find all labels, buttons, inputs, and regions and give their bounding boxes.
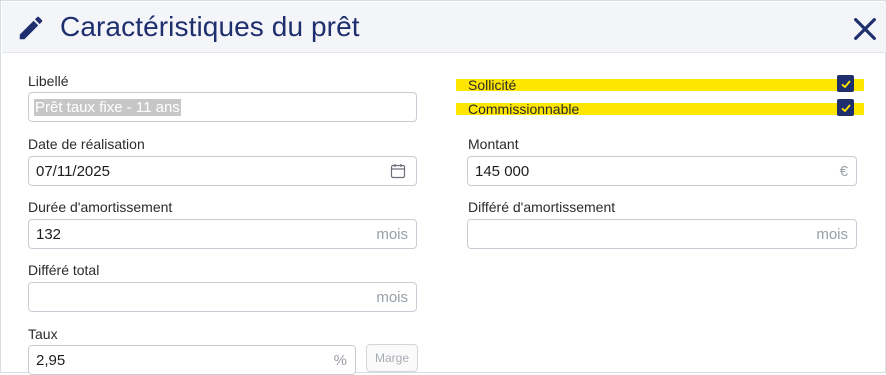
commissionnable-label: Commissionnable [468,101,580,117]
duree-unit: mois [376,226,408,243]
duree-amortissement-value: 132 [36,226,62,243]
check-icon [840,79,851,88]
calendar-icon[interactable] [390,163,406,179]
date-realisation-value: 07/11/2025 [36,163,110,180]
differe-total-unit: mois [376,289,408,306]
dialog-title: Caractéristiques du prêt [60,11,360,42]
taux-field[interactable]: 2,95 % [28,345,356,375]
libelle-label: Libellé [28,73,69,89]
montant-label: Montant [468,136,519,152]
duree-amortissement-field[interactable]: 132 mois [28,219,417,249]
date-realisation-label: Date de réalisation [28,136,145,152]
sollicite-checkbox[interactable] [837,75,854,92]
montant-value: 145 000 [475,163,530,180]
loan-details-dialog: Caractéristiques du prêt Libellé Prêt ta… [0,0,886,375]
date-realisation-field[interactable]: 07/11/2025 [28,156,417,186]
libelle-field[interactable]: Prêt taux fixe - 11 ans [28,92,417,122]
differe-amortissement-label: Différé d'amortissement [468,199,616,215]
marge-button[interactable]: Marge [366,344,418,372]
close-icon[interactable] [849,13,881,45]
differe-amortissement-unit: mois [816,226,848,243]
sollicite-label: Sollicité [468,77,517,93]
differe-total-label: Différé total [28,262,100,278]
pencil-icon [19,16,43,40]
check-icon [840,103,851,112]
dialog-header: Caractéristiques du prêt [2,2,886,53]
duree-amortissement-label: Durée d'amortissement [28,199,173,215]
differe-total-field[interactable]: mois [28,282,417,312]
commissionnable-checkbox[interactable] [837,99,854,116]
taux-label: Taux [28,326,58,342]
montant-field[interactable]: 145 000 € [467,156,857,186]
taux-unit: % [333,352,347,369]
taux-value: 2,95 [36,352,66,369]
sollicite-highlight [456,79,864,91]
euro-unit: € [839,163,848,180]
differe-amortissement-field[interactable]: mois [467,219,857,249]
libelle-value: Prêt taux fixe - 11 ans [34,99,181,116]
